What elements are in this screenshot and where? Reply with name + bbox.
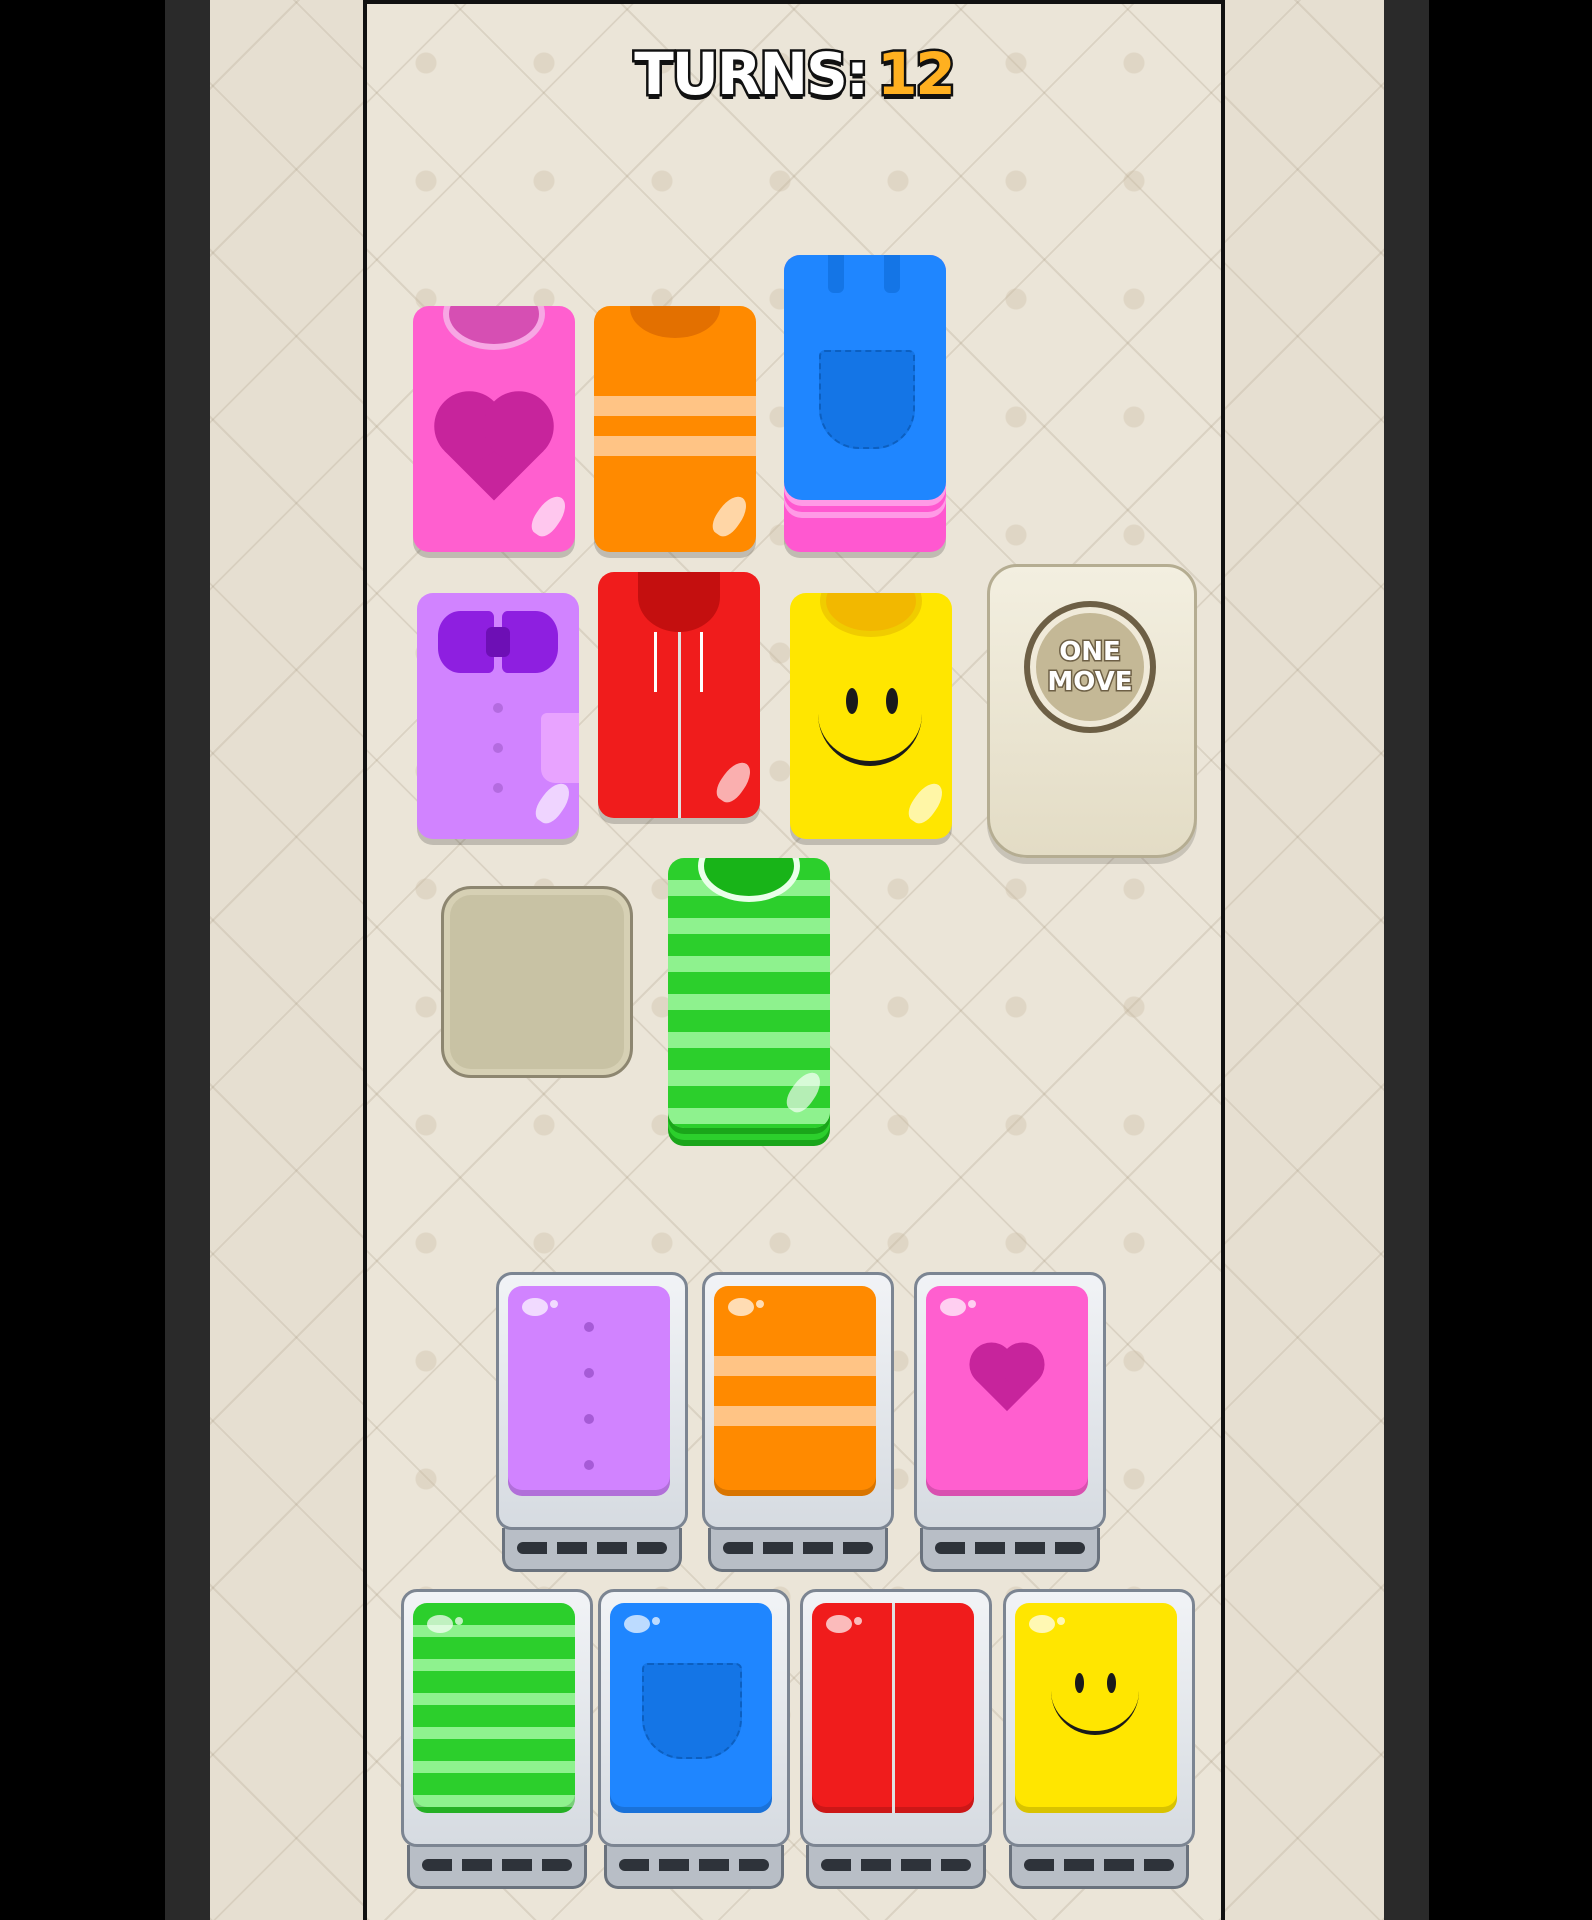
green-shirt-card <box>413 1603 575 1813</box>
collar <box>698 858 800 902</box>
pocket-icon <box>642 1663 742 1759</box>
pocket-icon <box>819 350 915 449</box>
blue-jeans-stack[interactable] <box>784 255 946 500</box>
hood <box>638 572 720 632</box>
orange-bin[interactable] <box>702 1272 894 1572</box>
turns-value: 12 <box>875 38 959 111</box>
red-hoodie-card <box>812 1603 974 1813</box>
pink-bin[interactable] <box>914 1272 1106 1572</box>
collar <box>630 306 720 338</box>
one-move-locked-tile[interactable]: ONE MOVE <box>987 564 1197 858</box>
red-hoodie[interactable] <box>598 572 760 818</box>
collar <box>820 593 922 637</box>
pink-heart-sweater[interactable] <box>413 306 575 552</box>
purple-bin[interactable] <box>496 1272 688 1572</box>
turns-label: TURNS: <box>632 38 872 111</box>
heart-icon <box>444 401 544 501</box>
green-striped-shirt-stack[interactable] <box>668 858 830 1128</box>
smiley-icon <box>1051 1685 1139 1735</box>
yellow-smiley-sweater[interactable] <box>790 593 952 839</box>
heart-icon <box>975 1348 1039 1412</box>
green-bin[interactable] <box>401 1589 593 1889</box>
yellow-smiley-card <box>1015 1603 1177 1813</box>
zipper-icon <box>892 1603 895 1813</box>
purple-shirt-card <box>508 1286 670 1496</box>
zipper-icon <box>678 632 681 818</box>
red-bin[interactable] <box>800 1589 992 1889</box>
blue-jeans-card <box>610 1603 772 1813</box>
one-move-badge: ONE MOVE <box>1024 601 1156 733</box>
purple-bow-shirt[interactable] <box>417 593 579 839</box>
collar <box>443 306 545 350</box>
yellow-bin[interactable] <box>1003 1589 1195 1889</box>
empty-slot[interactable] <box>441 886 633 1078</box>
smiley-icon <box>818 705 922 766</box>
blue-bin[interactable] <box>598 1589 790 1889</box>
turns-counter: TURNS: 12 <box>367 38 1221 111</box>
pink-sweater-card <box>926 1286 1088 1496</box>
orange-sweater-card <box>714 1286 876 1496</box>
orange-zigzag-sweater[interactable] <box>594 306 756 552</box>
bow-tie-icon <box>438 611 558 673</box>
